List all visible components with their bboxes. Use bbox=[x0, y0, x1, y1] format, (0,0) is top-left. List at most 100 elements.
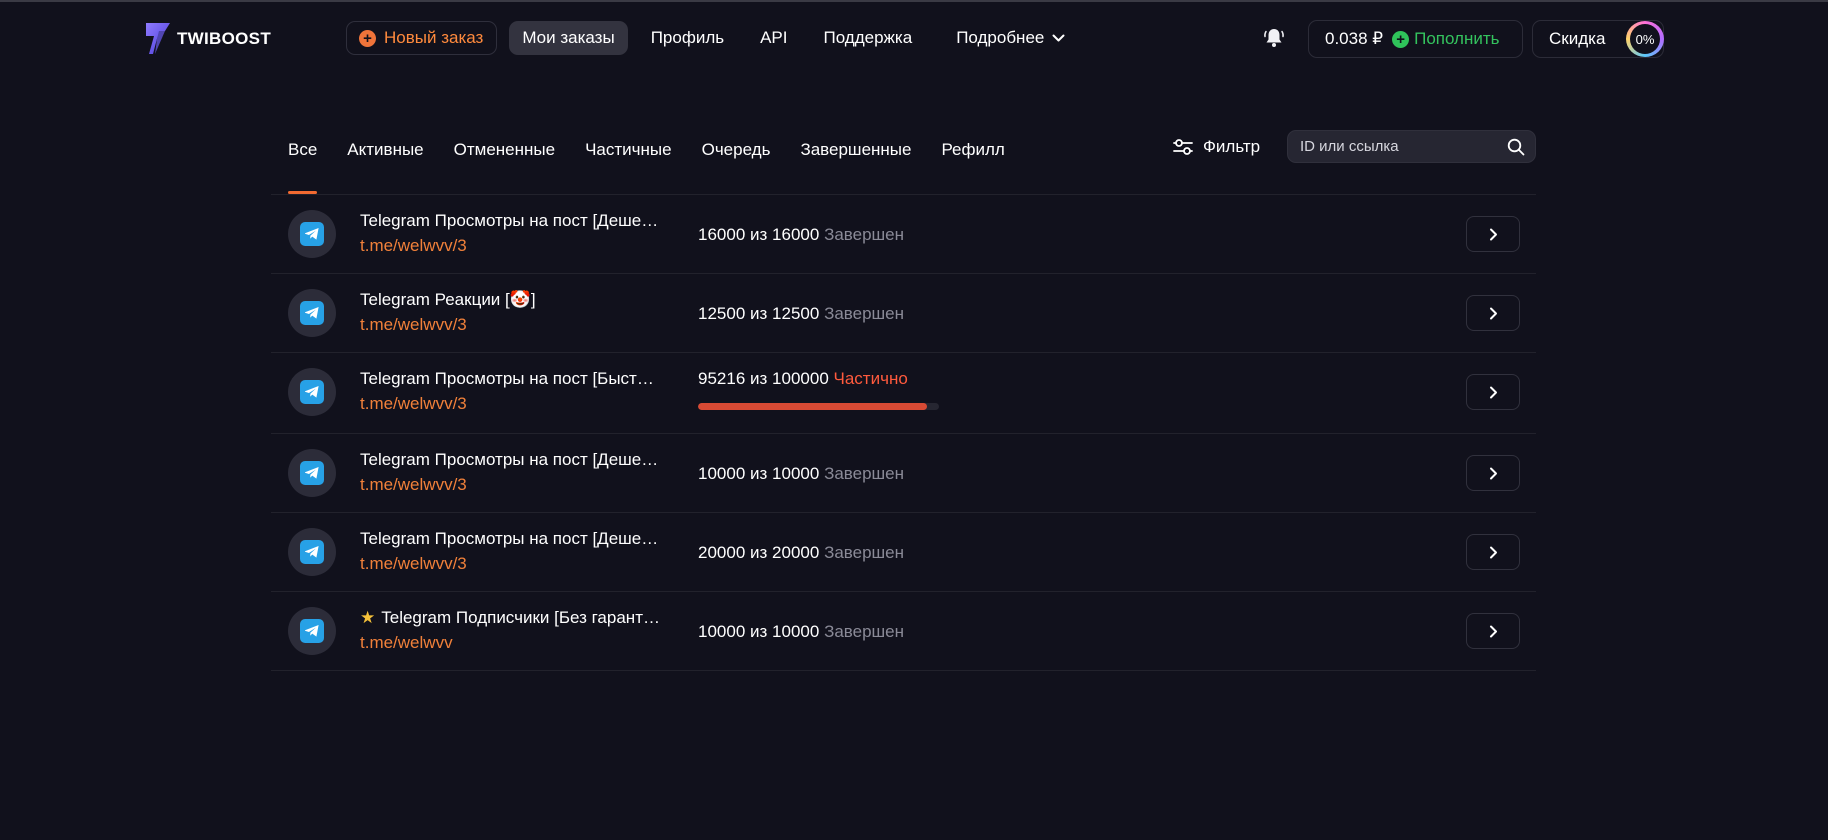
orders-list: Telegram Просмотры на пост [Дешевые] t.m… bbox=[271, 194, 1536, 671]
order-done-count: 16000 bbox=[698, 225, 746, 244]
order-service: Telegram Реакции [🤡] bbox=[360, 290, 660, 310]
order-count-separator: из bbox=[750, 622, 768, 641]
tab-all[interactable]: Все bbox=[288, 140, 318, 194]
order-row[interactable]: Telegram Просмотры на пост [Дешевые] t.m… bbox=[271, 513, 1536, 592]
order-link[interactable]: t.me/welwvv/3 bbox=[360, 394, 467, 414]
order-status: Завершен bbox=[824, 543, 905, 562]
open-order-button[interactable] bbox=[1466, 374, 1520, 410]
open-order-button[interactable] bbox=[1466, 613, 1520, 649]
filter-button[interactable]: Фильтр bbox=[1173, 137, 1260, 157]
nav-profile[interactable]: Профиль bbox=[638, 21, 737, 55]
order-service: Telegram Просмотры на пост [Быстрые] bbox=[360, 369, 660, 389]
order-service: Telegram Просмотры на пост [Дешевые] bbox=[360, 529, 660, 549]
order-status: Завершен bbox=[824, 464, 905, 483]
logo-text: TWIBOOST bbox=[177, 29, 271, 48]
order-row[interactable]: Telegram Реакции [🤡] t.me/welwvv/3 12500… bbox=[271, 274, 1536, 353]
order-row[interactable]: Telegram Просмотры на пост [Быстрые] t.m… bbox=[271, 353, 1536, 434]
plus-icon: + bbox=[359, 29, 376, 47]
telegram-icon bbox=[300, 619, 324, 643]
order-status: Завершен bbox=[824, 304, 905, 323]
order-total-count: 10000 bbox=[772, 464, 820, 483]
order-progress: 16000 из 16000 Завершен bbox=[698, 225, 904, 245]
telegram-icon bbox=[300, 540, 324, 564]
service-avatar bbox=[288, 607, 336, 655]
order-count-separator: из bbox=[750, 225, 768, 244]
chevron-down-icon bbox=[1052, 34, 1065, 41]
order-progress: 95216 из 100000 Частично bbox=[698, 369, 908, 389]
order-service: Telegram Просмотры на пост [Дешевые] bbox=[360, 211, 660, 231]
sliders-icon bbox=[1173, 139, 1193, 155]
service-avatar bbox=[288, 528, 336, 576]
telegram-icon bbox=[300, 380, 324, 404]
order-link[interactable]: t.me/welwvv/3 bbox=[360, 315, 467, 335]
nav-api[interactable]: API bbox=[747, 21, 800, 55]
order-progress: 10000 из 10000 Завершен bbox=[698, 622, 904, 642]
service-avatar bbox=[288, 210, 336, 258]
service-avatar bbox=[288, 368, 336, 416]
tab-active[interactable]: Активные bbox=[347, 140, 423, 160]
order-done-count: 12500 bbox=[698, 304, 746, 323]
balance-amount: 0.038 ₽ bbox=[1325, 29, 1384, 48]
nav-more-label: Подробнее bbox=[956, 28, 1045, 47]
tab-completed[interactable]: Завершенные bbox=[800, 140, 911, 160]
chevron-right-icon bbox=[1489, 546, 1497, 558]
nav-my-orders[interactable]: Мои заказы bbox=[509, 21, 628, 55]
order-service-text: Telegram Реакции [🤡] bbox=[360, 290, 536, 309]
open-order-button[interactable] bbox=[1466, 295, 1520, 331]
chevron-right-icon bbox=[1489, 307, 1497, 319]
order-row[interactable]: Telegram Просмотры на пост [Дешевые] t.m… bbox=[271, 434, 1536, 513]
order-service-text: Telegram Просмотры на пост [Дешевые] bbox=[360, 211, 660, 230]
order-progress: 10000 из 10000 Завершен bbox=[698, 464, 904, 484]
order-total-count: 100000 bbox=[772, 369, 829, 388]
order-row[interactable]: Telegram Просмотры на пост [Дешевые] t.m… bbox=[271, 195, 1536, 274]
open-order-button[interactable] bbox=[1466, 216, 1520, 252]
balance-box: 0.038 ₽ + Пополнить bbox=[1308, 20, 1523, 58]
service-avatar bbox=[288, 289, 336, 337]
bell-icon[interactable] bbox=[1263, 27, 1285, 49]
order-link[interactable]: t.me/welwvv/3 bbox=[360, 236, 467, 256]
topup-link[interactable]: Пополнить bbox=[1414, 29, 1499, 49]
order-done-count: 20000 bbox=[698, 543, 746, 562]
search-icon[interactable] bbox=[1507, 138, 1525, 156]
order-status-tabs: Все Активные Отмененные Частичные Очеред… bbox=[288, 140, 1035, 194]
order-status: Завершен bbox=[824, 622, 905, 641]
order-total-count: 10000 bbox=[772, 622, 820, 641]
order-progress: 20000 из 20000 Завершен bbox=[698, 543, 904, 563]
order-link[interactable]: t.me/welwvv bbox=[360, 633, 453, 653]
order-service: ★ Telegram Подписчики [Без гарантии] bbox=[360, 608, 660, 628]
order-total-count: 16000 bbox=[772, 225, 820, 244]
logo[interactable]: TWIBOOST bbox=[143, 20, 271, 58]
order-count-separator: из bbox=[750, 464, 768, 483]
order-done-count: 10000 bbox=[698, 464, 746, 483]
tab-cancelled[interactable]: Отмененные bbox=[454, 140, 555, 160]
tab-queue[interactable]: Очередь bbox=[702, 140, 771, 160]
order-progress-bar bbox=[698, 403, 939, 410]
search-box bbox=[1287, 130, 1536, 163]
nav-more-dropdown[interactable]: Подробнее bbox=[943, 21, 1078, 55]
order-link[interactable]: t.me/welwvv/3 bbox=[360, 475, 467, 495]
discount-value: 0% bbox=[1630, 24, 1660, 54]
tab-refill[interactable]: Рефилл bbox=[941, 140, 1004, 160]
telegram-icon bbox=[300, 301, 324, 325]
star-icon: ★ bbox=[360, 608, 376, 627]
order-status: Частично bbox=[833, 369, 908, 388]
service-avatar bbox=[288, 449, 336, 497]
order-done-count: 10000 bbox=[698, 622, 746, 641]
order-row[interactable]: ★ Telegram Подписчики [Без гарантии] t.me… bbox=[271, 592, 1536, 671]
order-service-text: Telegram Просмотры на пост [Дешевые] bbox=[360, 529, 660, 548]
tab-partial[interactable]: Частичные bbox=[585, 140, 672, 160]
telegram-icon bbox=[300, 461, 324, 485]
order-service-text: Telegram Просмотры на пост [Дешевые] bbox=[360, 450, 660, 469]
nav-support[interactable]: Поддержка bbox=[811, 21, 926, 55]
order-progress: 12500 из 12500 Завершен bbox=[698, 304, 904, 324]
open-order-button[interactable] bbox=[1466, 455, 1520, 491]
order-service: Telegram Просмотры на пост [Дешевые] bbox=[360, 450, 660, 470]
open-order-button[interactable] bbox=[1466, 534, 1520, 570]
filter-label: Фильтр bbox=[1203, 137, 1261, 156]
search-input[interactable] bbox=[1300, 138, 1507, 155]
discount-box[interactable]: Скидка 0% bbox=[1532, 20, 1664, 58]
topup-plus-icon: + bbox=[1392, 30, 1410, 48]
order-link[interactable]: t.me/welwvv/3 bbox=[360, 554, 467, 574]
new-order-button[interactable]: + Новый заказ bbox=[346, 21, 498, 55]
order-total-count: 20000 bbox=[772, 543, 820, 562]
